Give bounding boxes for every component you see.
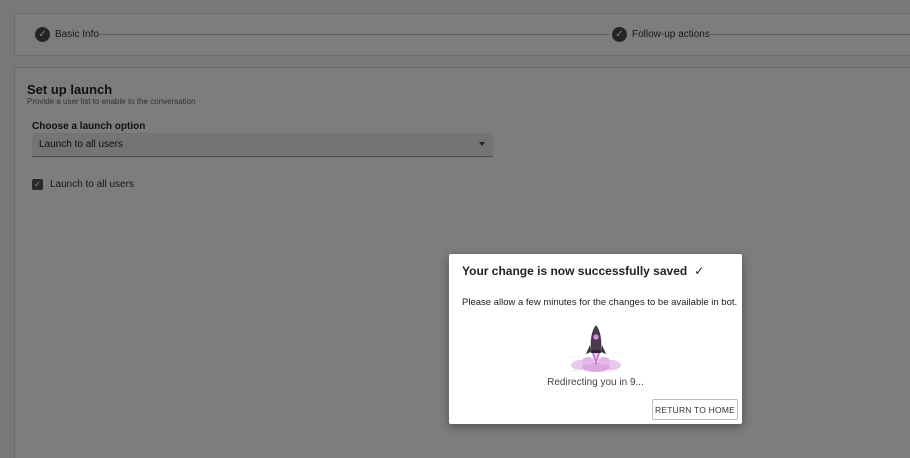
dialog-title: Your change is now successfully saved — [462, 264, 688, 278]
redirect-countdown: Redirecting you in 9... — [547, 377, 644, 388]
success-dialog: Your change is now successfully saved ✓ … — [449, 254, 742, 424]
checkmark-icon: ✓ — [694, 264, 705, 278]
rocket-launch-icon — [570, 325, 622, 372]
dialog-header: Your change is now successfully saved ✓ — [462, 264, 704, 278]
dialog-message: Please allow a few minutes for the chang… — [462, 297, 738, 308]
return-to-home-button[interactable]: RETURN TO HOME — [652, 399, 738, 420]
